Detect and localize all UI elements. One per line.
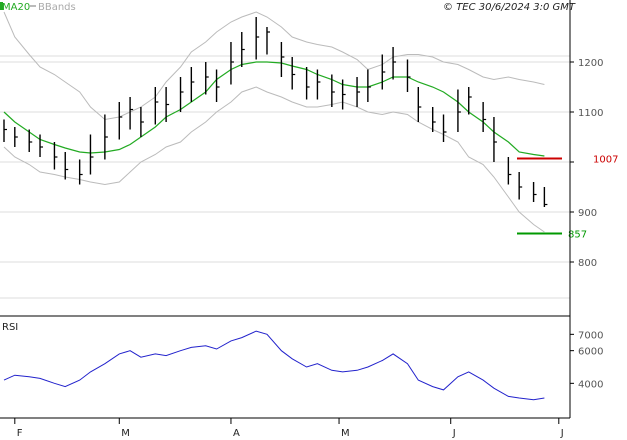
price-bar xyxy=(255,17,260,60)
chart-root: MA20 BBands © TEC 30/6/2024 3:0 GMT 1007… xyxy=(0,0,627,440)
price-bar xyxy=(53,142,58,170)
x-tick-label: A xyxy=(233,428,240,439)
price-bar xyxy=(89,134,94,175)
bollinger-lower-line xyxy=(3,86,545,233)
price-bar xyxy=(215,69,220,102)
price-bar xyxy=(457,89,461,132)
y-tick-label: 1200 xyxy=(578,58,603,69)
price-bar xyxy=(190,67,195,102)
price-bar xyxy=(507,157,512,185)
ma-legend-label: MA20 xyxy=(2,2,30,13)
price-bar xyxy=(64,152,69,180)
ma20-polyline xyxy=(3,61,545,157)
price-bar xyxy=(331,74,335,107)
price-bar xyxy=(341,79,346,110)
price-bar xyxy=(78,159,83,185)
rsi-panel-title: RSI xyxy=(2,322,18,333)
price-bar xyxy=(230,42,234,85)
price-bar xyxy=(381,54,386,90)
price-bar xyxy=(104,114,108,160)
stock-chart: MA20 BBands © TEC 30/6/2024 3:0 GMT 1007… xyxy=(0,0,618,439)
price-bar xyxy=(482,102,487,132)
header: MA20 BBands © TEC 30/6/2024 3:0 GMT xyxy=(0,2,576,13)
price-gridlines xyxy=(0,55,570,299)
price-bar xyxy=(39,134,44,157)
price-bar xyxy=(543,187,548,207)
price-bar xyxy=(518,172,523,200)
bollinger-upper-line xyxy=(3,11,545,121)
rsi-y-tick-label: 4000 xyxy=(578,379,603,390)
price-bar xyxy=(417,87,422,122)
price-bar xyxy=(316,69,321,100)
price-bar xyxy=(432,107,436,132)
price-bar xyxy=(468,87,472,115)
y-tick-label: 800 xyxy=(578,258,597,269)
price-bar xyxy=(179,77,184,112)
price-bar xyxy=(266,27,270,55)
x-tick-label: M xyxy=(121,428,130,439)
resistance-level-label: 1007 xyxy=(593,155,618,166)
x-tick-label: M xyxy=(341,428,350,439)
price-bar xyxy=(493,117,497,162)
rsi-y-axis: 4000 6000 7000 xyxy=(570,330,603,390)
copyright-stamp: © TEC 30/6/2024 3:0 GMT xyxy=(443,2,576,13)
rsi-panel: RSI 4000 6000 7000 xyxy=(2,322,603,401)
price-bar xyxy=(305,67,310,100)
price-bar xyxy=(14,127,18,147)
x-tick-label: J xyxy=(452,428,456,439)
price-bar xyxy=(3,119,7,142)
ma20-line xyxy=(3,61,545,157)
price-bar xyxy=(406,59,411,92)
y-tick-label: 1100 xyxy=(578,108,603,119)
support-level-label: 857 xyxy=(568,230,587,241)
rsi-y-tick-label: 7000 xyxy=(578,330,603,341)
bollinger-upper-band xyxy=(3,11,545,121)
price-bar xyxy=(356,77,361,107)
price-bar xyxy=(118,102,123,140)
price-levels: 1007 857 xyxy=(517,155,618,241)
bollinger-lower-band xyxy=(3,86,545,233)
x-tick-label: J xyxy=(560,428,564,439)
x-axis: FMAMJJ xyxy=(14,418,564,439)
rsi-polyline xyxy=(3,330,545,401)
price-bar xyxy=(280,42,285,77)
rsi-line xyxy=(3,330,545,401)
y-tick-label: 900 xyxy=(578,208,597,219)
price-bar xyxy=(392,47,397,80)
price-bar xyxy=(532,182,537,202)
bb-legend-label: BBands xyxy=(38,2,76,13)
rsi-y-tick-label: 6000 xyxy=(578,347,603,358)
price-panel: 1007 857 800 900 1100 1200 xyxy=(0,11,618,299)
x-tick-label: F xyxy=(17,428,23,439)
price-bar xyxy=(442,114,447,142)
price-bar xyxy=(129,97,134,130)
